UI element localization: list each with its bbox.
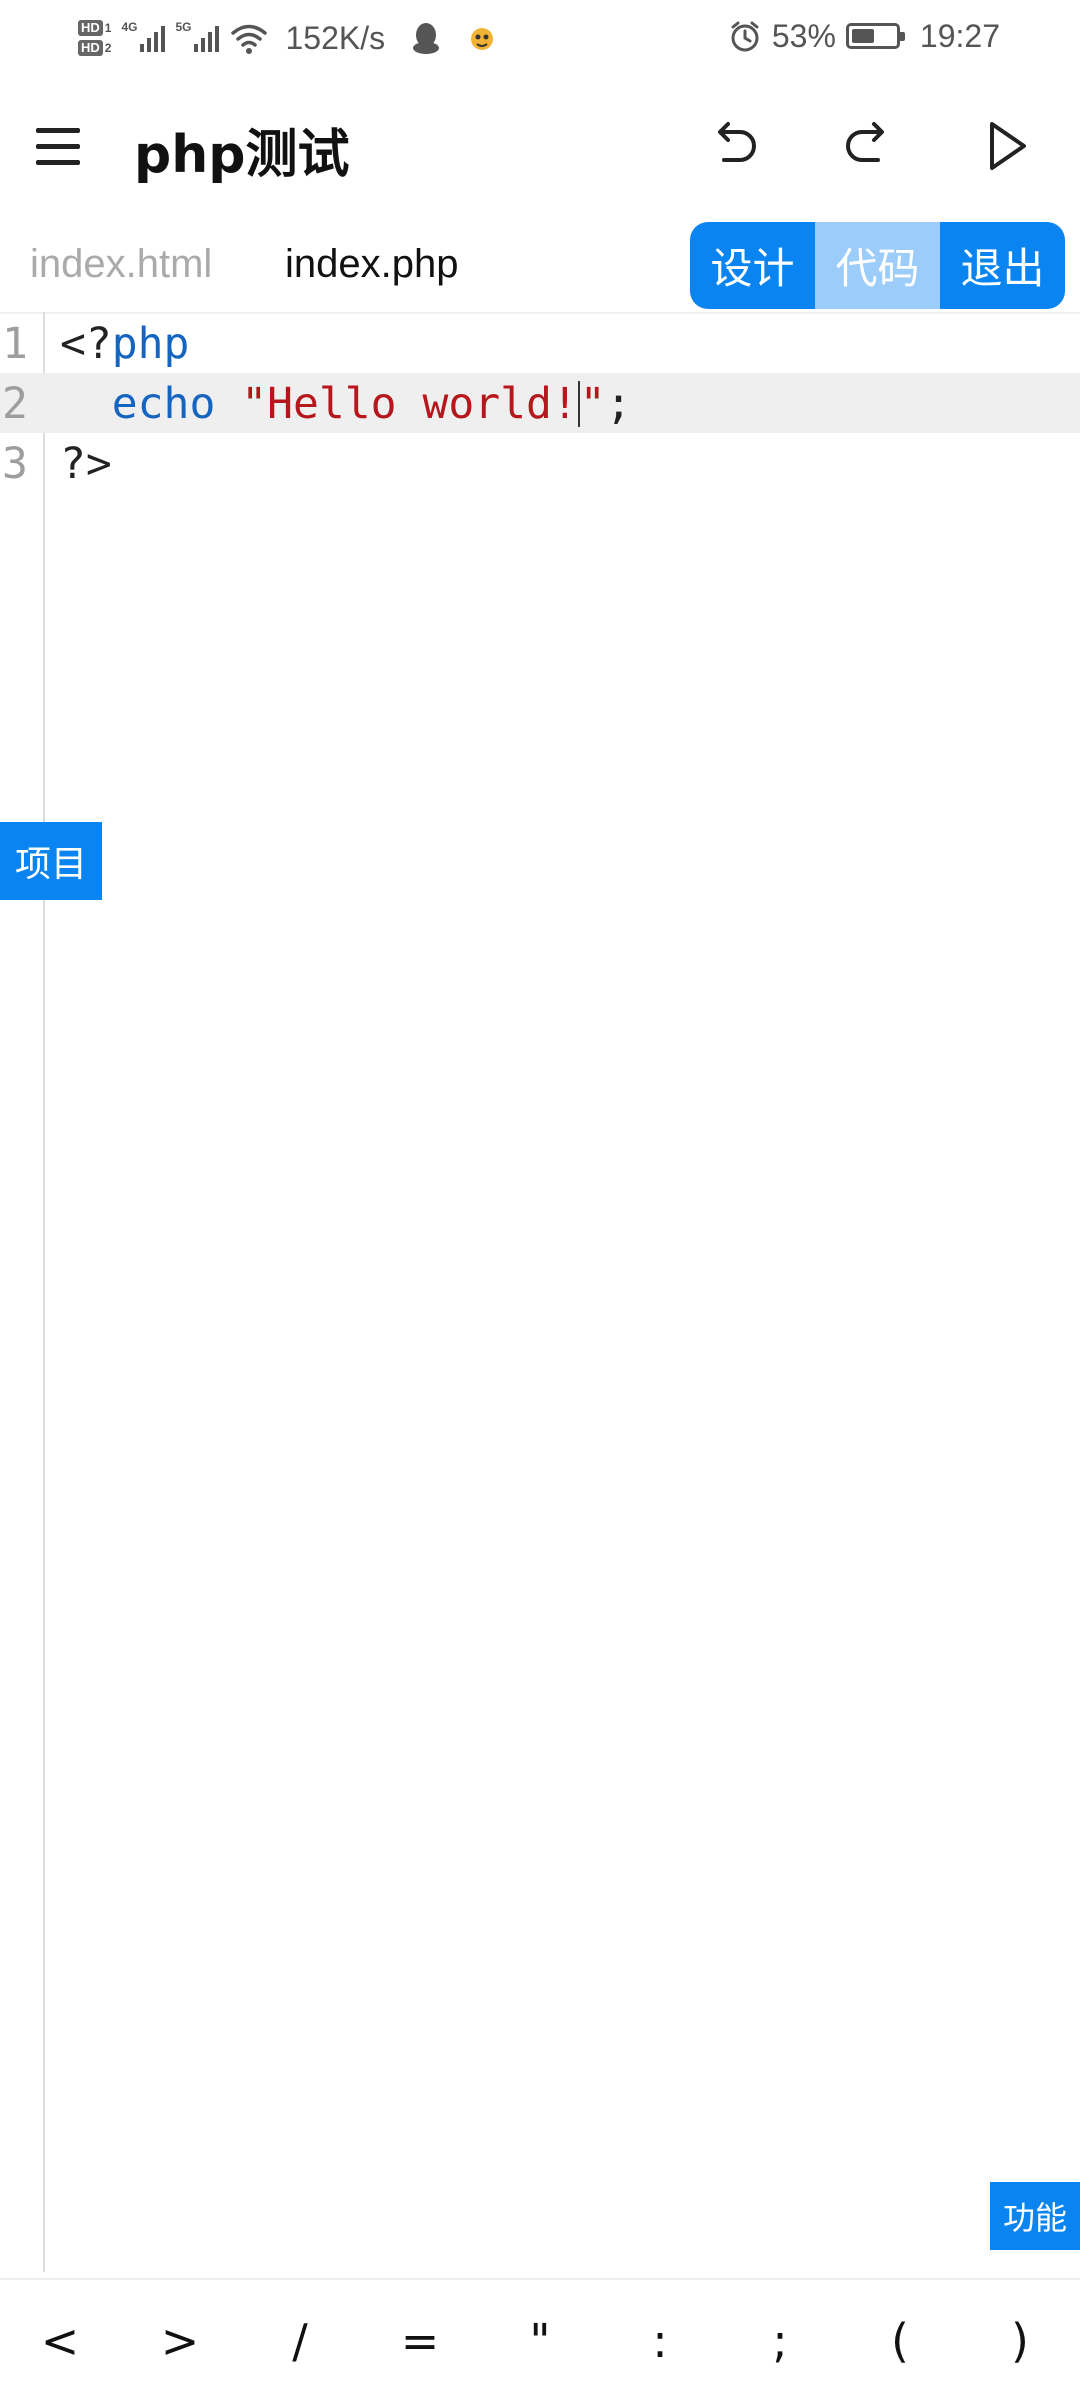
file-tabs-bar: index.html index.php 设计 代码 退出 bbox=[0, 222, 1080, 314]
code-editor[interactable]: 1 <?php 2 echo "Hello world!"; 3 ?> bbox=[0, 312, 1080, 2272]
mode-switcher: 设计 代码 退出 bbox=[690, 222, 1065, 309]
hd-sim-number: 2 bbox=[104, 41, 112, 55]
projects-button[interactable]: 项目 bbox=[0, 822, 102, 900]
symbol-key[interactable]: < bbox=[0, 2280, 120, 2400]
string-token: "Hello world! bbox=[241, 379, 578, 429]
symbol-key[interactable]: " bbox=[480, 2280, 600, 2400]
signal-icon: 4G bbox=[121, 18, 166, 58]
line-number: 2 bbox=[2, 379, 28, 429]
symbol-key[interactable]: ) bbox=[960, 2280, 1080, 2400]
symbol-bar: < > / = ":;() bbox=[0, 2278, 1080, 2400]
symbol-key[interactable]: ; bbox=[720, 2280, 840, 2400]
undo-icon[interactable] bbox=[702, 114, 766, 178]
exit-button[interactable]: 退出 bbox=[940, 222, 1065, 309]
code-token: ; bbox=[605, 379, 632, 429]
battery-percent: 53% bbox=[771, 17, 836, 54]
code-token: ?> bbox=[60, 439, 112, 489]
functions-button[interactable]: 功能 bbox=[990, 2182, 1080, 2250]
battery-icon bbox=[845, 23, 905, 49]
redo-icon[interactable] bbox=[836, 114, 900, 178]
code-text: ?> bbox=[60, 434, 112, 494]
symbol-key[interactable]: > bbox=[120, 2280, 240, 2400]
app-screen: HD 1 HD 2 4G 5G 152K/s 53% 19:27 php测试 i… bbox=[0, 0, 1080, 2400]
hd-sim-number: 1 bbox=[104, 21, 112, 35]
tab-index-php[interactable]: index.php bbox=[285, 242, 458, 287]
line-number: 3 bbox=[2, 439, 28, 489]
hd-badge-1: HD 1 bbox=[78, 20, 111, 36]
clock: 19:27 bbox=[919, 17, 1000, 54]
string-token: " bbox=[579, 379, 606, 429]
tab-index-html[interactable]: index.html bbox=[30, 242, 212, 287]
hd-badge-2: HD 2 bbox=[78, 40, 111, 56]
line-number: 1 bbox=[2, 319, 28, 369]
qq-icon bbox=[413, 23, 440, 54]
hd-label: HD bbox=[78, 40, 103, 56]
hd-indicators: HD 1 HD 2 bbox=[78, 20, 111, 56]
app-icon bbox=[471, 28, 494, 50]
page-title: php测试 bbox=[134, 125, 350, 185]
code-token: <? bbox=[60, 319, 112, 369]
hd-label: HD bbox=[78, 20, 103, 36]
network-type-label: 4G bbox=[121, 20, 138, 34]
keyword-token: echo bbox=[111, 379, 216, 429]
network-speed: 152K/s bbox=[285, 19, 386, 56]
code-text: echo "Hello world!"; bbox=[60, 374, 632, 434]
symbol-key[interactable]: ( bbox=[840, 2280, 960, 2400]
battery-fill bbox=[851, 29, 874, 43]
app-toolbar: php测试 bbox=[0, 72, 1080, 222]
design-mode-button[interactable]: 设计 bbox=[690, 222, 815, 309]
menu-icon[interactable] bbox=[36, 114, 100, 178]
code-line[interactable]: 3 ?> bbox=[0, 434, 1080, 494]
code-line[interactable]: 1 <?php bbox=[0, 314, 1080, 374]
gutter-divider bbox=[43, 312, 45, 2272]
wifi-icon bbox=[231, 24, 268, 54]
status-bar-right: 53% 19:27 bbox=[728, 14, 1000, 58]
symbol-key[interactable]: = bbox=[360, 2280, 480, 2400]
network-type-label: 5G bbox=[175, 20, 192, 34]
code-text: <?php bbox=[60, 314, 189, 374]
status-bar: HD 1 HD 2 4G 5G 152K/s 53% 19:27 bbox=[0, 0, 1080, 72]
run-icon[interactable] bbox=[974, 114, 1038, 178]
keyword-token: php bbox=[111, 319, 190, 369]
status-bar-left: HD 1 HD 2 4G 5G 152K/s bbox=[78, 8, 497, 68]
code-line[interactable]: 2 echo "Hello world!"; bbox=[0, 374, 1080, 434]
code-mode-button[interactable]: 代码 bbox=[815, 222, 940, 309]
symbol-key[interactable]: / bbox=[240, 2280, 360, 2400]
signal-icon: 5G bbox=[175, 18, 220, 58]
alarm-icon bbox=[731, 21, 759, 52]
symbol-key[interactable]: : bbox=[600, 2280, 720, 2400]
